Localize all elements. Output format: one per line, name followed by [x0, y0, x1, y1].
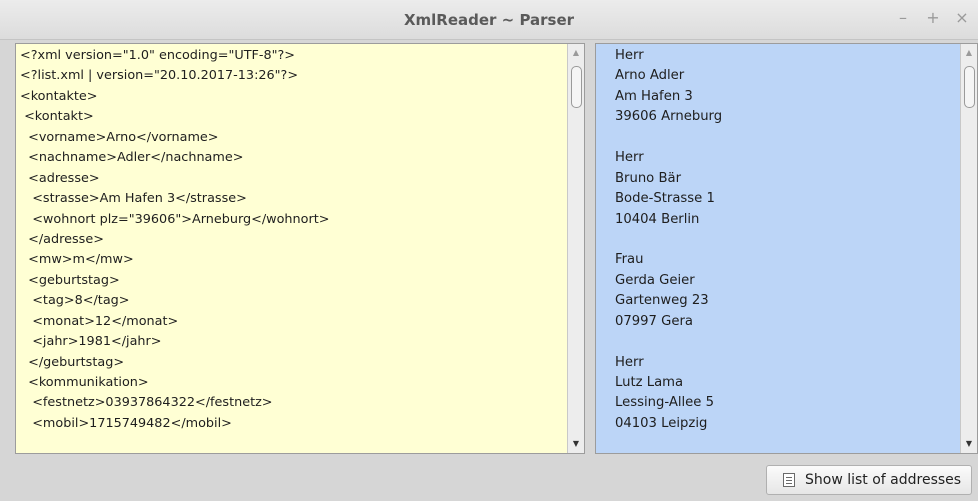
address-line: 39606 Arneburg: [615, 109, 723, 125]
address-line: Lutz Lama: [615, 375, 684, 390]
address-line: [615, 230, 957, 250]
xml-line: <adresse>: [20, 170, 100, 186]
window-title: XmlReader ~ Parser: [403, 11, 575, 29]
address-line: Gerda Geier: [615, 272, 695, 288]
minimize-button[interactable]: –: [894, 9, 912, 27]
xml-line: <kommunikation>: [20, 375, 149, 390]
xml-line: <monat>12</monat>: [20, 313, 179, 329]
title-bar[interactable]: XmlReader ~ Parser – + ×: [0, 0, 978, 40]
xml-scrollbar[interactable]: ▲ ▼: [567, 44, 584, 453]
xml-line: <wohnort plz="39606">Arneburg</wohnort>: [20, 211, 330, 227]
xml-source-text: <?xml version="1.0" encoding="UTF-8"?> <?…: [20, 46, 564, 453]
address-line: Gartenweg 23: [615, 293, 709, 309]
address-line: 10404 Berlin: [615, 211, 700, 227]
address-line: [615, 128, 957, 148]
xml-line: <jahr>1981</jahr>: [20, 334, 162, 350]
xml-line: </adresse>: [20, 231, 104, 247]
address-line: Bruno Bär: [615, 170, 681, 186]
xml-line: <kontakte>: [20, 88, 98, 104]
xml-source-textarea[interactable]: <?xml version="1.0" encoding="UTF-8"?> <?…: [15, 43, 585, 454]
address-line: Herr: [615, 48, 644, 63]
address-line: Lessing-Allee 5: [615, 395, 714, 411]
scroll-up-arrow-icon[interactable]: ▲: [961, 46, 977, 60]
xml-line: <?xml version="1.0" encoding="UTF-8"?>: [20, 48, 296, 63]
scroll-down-arrow-icon[interactable]: ▼: [568, 437, 584, 451]
address-line: Herr: [615, 354, 644, 370]
address-line: Bode-Strasse 1: [615, 191, 715, 207]
scroll-thumb[interactable]: [964, 66, 975, 108]
show-list-of-addresses-button[interactable]: Show list of addresses: [766, 465, 972, 495]
address-line: Arno Adler: [615, 68, 685, 84]
xml-line: <strasse>Am Hafen 3</strasse>: [20, 191, 247, 207]
maximize-button[interactable]: +: [924, 9, 942, 27]
xml-line: <?list.xml | version="20.10.2017-13:26"?…: [20, 68, 299, 84]
xml-line: </geburtstag>: [20, 354, 125, 370]
scroll-up-arrow-icon[interactable]: ▲: [568, 46, 584, 60]
address-line: [615, 332, 957, 352]
address-line: Herr: [615, 150, 644, 166]
xml-line: <nachname>Adler</nachname>: [20, 150, 244, 166]
xml-line: <kontakt>: [20, 109, 94, 125]
xml-line: <mobil>1715749482</mobil>: [20, 415, 232, 431]
xml-line: <vorname>Arno</vorname>: [20, 129, 219, 145]
address-line: 04103 Leipzig: [615, 415, 708, 431]
address-scrollbar[interactable]: ▲ ▼: [960, 44, 977, 453]
address-list-textarea[interactable]: Herr Arno Adler Am Hafen 3 39606 Arneburg He…: [595, 43, 978, 454]
list-document-icon: [783, 473, 795, 487]
xml-line: <tag>8</tag>: [20, 293, 130, 309]
show-list-button-label: Show list of addresses: [805, 472, 962, 488]
address-line: Am Hafen 3: [615, 88, 693, 104]
xml-line: <geburtstag>: [20, 272, 120, 288]
address-line: 07997 Gera: [615, 313, 693, 329]
xml-line: <festnetz>03937864322</festnetz>: [20, 395, 273, 411]
scroll-thumb[interactable]: [571, 66, 582, 108]
close-button[interactable]: ×: [953, 9, 971, 27]
scroll-down-arrow-icon[interactable]: ▼: [961, 437, 977, 451]
xml-line: <mw>m</mw>: [20, 252, 134, 268]
address-list-text: Herr Arno Adler Am Hafen 3 39606 Arneburg He…: [615, 46, 957, 453]
address-line: Frau: [615, 252, 644, 268]
